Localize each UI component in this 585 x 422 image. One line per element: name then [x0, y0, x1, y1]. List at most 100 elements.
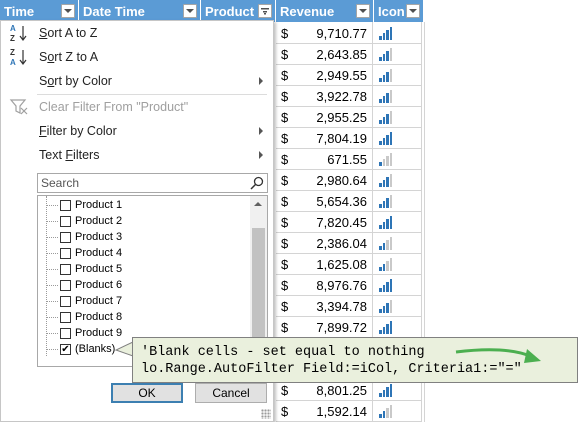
signal-bar: [386, 282, 389, 292]
revenue-cell[interactable]: $3,922.78: [276, 85, 373, 107]
revenue-cell[interactable]: $9,710.77: [276, 22, 373, 44]
revenue-cell[interactable]: $7,899.72: [276, 316, 373, 338]
signal-bar: [382, 306, 385, 313]
product-filter-dropdown-icon[interactable]: [258, 4, 272, 18]
icon-cell[interactable]: [374, 316, 422, 338]
signal-bar: [389, 48, 392, 61]
revenue-cell[interactable]: $2,949.55: [276, 64, 373, 86]
signal-bar: [389, 195, 392, 208]
filter-list-item[interactable]: Product 8: [38, 310, 248, 326]
table-row: $2,386.04: [276, 232, 422, 254]
header-product: Product: [201, 0, 276, 22]
ok-button[interactable]: OK: [111, 383, 183, 403]
icon-cell[interactable]: [374, 64, 422, 86]
text-filters-item[interactable]: Text Filters: [1, 143, 273, 167]
icon-cell[interactable]: [374, 274, 422, 296]
signal-bar: [389, 216, 392, 229]
filter-list-item[interactable]: Product 5: [38, 262, 248, 278]
clear-filter-item[interactable]: Clear Filter From "Product": [1, 95, 273, 119]
icon-cell[interactable]: [374, 295, 422, 317]
signal-bar: [382, 285, 385, 292]
revenue-cell[interactable]: $2,386.04: [276, 232, 373, 254]
signal-bar: [379, 204, 382, 208]
revenue-cell[interactable]: $1,592.14: [276, 400, 373, 422]
clear-filter-icon: [9, 99, 28, 115]
checkbox[interactable]: [60, 296, 71, 307]
resize-grip-icon[interactable]: [261, 409, 271, 419]
filter-list-item[interactable]: Product 6: [38, 278, 248, 294]
signal-bar: [386, 156, 389, 166]
currency-symbol: $: [281, 403, 289, 419]
checkbox[interactable]: [60, 328, 71, 339]
icon-cell[interactable]: [374, 169, 422, 191]
filter-list-item[interactable]: Product 2: [38, 214, 248, 230]
signal-bar: [386, 177, 389, 187]
revenue-filter-dropdown-icon[interactable]: [356, 4, 370, 18]
icon-cell[interactable]: [374, 85, 422, 107]
date-time-filter-dropdown-icon[interactable]: [183, 4, 197, 18]
revenue-cell[interactable]: $3,394.78: [276, 295, 373, 317]
checkbox[interactable]: [60, 232, 71, 243]
filter-list-item[interactable]: Product 4: [38, 246, 248, 262]
signal-bars-icon: [379, 131, 393, 145]
revenue-cell[interactable]: $2,955.25: [276, 106, 373, 128]
currency-symbol: $: [281, 214, 289, 230]
revenue-cell[interactable]: $2,980.64: [276, 169, 373, 191]
icon-cell[interactable]: [374, 190, 422, 212]
icon-cell[interactable]: [374, 211, 422, 233]
revenue-cell[interactable]: $8,976.76: [276, 274, 373, 296]
checkbox[interactable]: [60, 264, 71, 275]
filter-list-item[interactable]: Product 7: [38, 294, 248, 310]
revenue-cell[interactable]: $1,625.08: [276, 253, 373, 275]
icon-filter-dropdown-icon[interactable]: [406, 4, 420, 18]
sort-by-color-item[interactable]: Sort by Color: [1, 69, 273, 93]
filter-list-item[interactable]: Product 3: [38, 230, 248, 246]
revenue-value: 671.55: [327, 151, 367, 167]
icon-cell[interactable]: [374, 400, 422, 422]
revenue-value: 2,949.55: [316, 67, 367, 83]
scroll-thumb[interactable]: [252, 228, 265, 348]
signal-bar: [379, 183, 382, 187]
sort-a-to-z-item[interactable]: A Z Sort A to Z: [1, 21, 273, 45]
tree-connector: [46, 205, 58, 206]
revenue-cell[interactable]: $7,804.19: [276, 127, 373, 149]
signal-bars-icon: [379, 173, 393, 187]
icon-cell[interactable]: [374, 253, 422, 275]
icon-cell[interactable]: [374, 43, 422, 65]
sort-z-to-a-item[interactable]: Z A Sort Z to A: [1, 45, 273, 69]
checkbox[interactable]: [60, 248, 71, 259]
checkbox[interactable]: ✔: [60, 344, 71, 355]
checkbox[interactable]: [60, 280, 71, 291]
icon-cell[interactable]: [374, 232, 422, 254]
time-filter-dropdown-icon[interactable]: [61, 4, 75, 18]
icon-cell[interactable]: [374, 148, 422, 170]
revenue-cell[interactable]: $7,820.45: [276, 211, 373, 233]
icon-cell[interactable]: [374, 106, 422, 128]
icon-cell[interactable]: [374, 22, 422, 44]
icon-cell[interactable]: [374, 127, 422, 149]
checkbox[interactable]: [60, 312, 71, 323]
filter-list-item[interactable]: Product 1: [38, 198, 248, 214]
tree-connector: [46, 349, 58, 350]
signal-bar: [386, 198, 389, 208]
cancel-button[interactable]: Cancel: [195, 383, 267, 403]
checkbox[interactable]: [60, 200, 71, 211]
revenue-cell[interactable]: $671.55: [276, 148, 373, 170]
scroll-up-icon[interactable]: [254, 202, 262, 206]
revenue-cell[interactable]: $5,654.36: [276, 190, 373, 212]
signal-bars-icon: [379, 26, 393, 40]
sort-a-to-z-label: Sort A to Z: [39, 26, 98, 40]
revenue-cell[interactable]: $2,643.85: [276, 43, 373, 65]
submenu-arrow-icon: [259, 127, 263, 135]
search-input[interactable]: Search: [37, 173, 268, 193]
cancel-button-label: Cancel: [212, 386, 250, 400]
signal-bar: [389, 321, 392, 334]
checkbox[interactable]: [60, 216, 71, 227]
filter-by-color-item[interactable]: Filter by Color: [1, 119, 273, 143]
signal-bar: [389, 237, 392, 250]
currency-symbol: $: [281, 88, 289, 104]
table-row: $9,710.77: [276, 22, 422, 44]
signal-bar: [379, 246, 382, 250]
signal-bar: [382, 54, 385, 61]
signal-bar: [382, 75, 385, 82]
